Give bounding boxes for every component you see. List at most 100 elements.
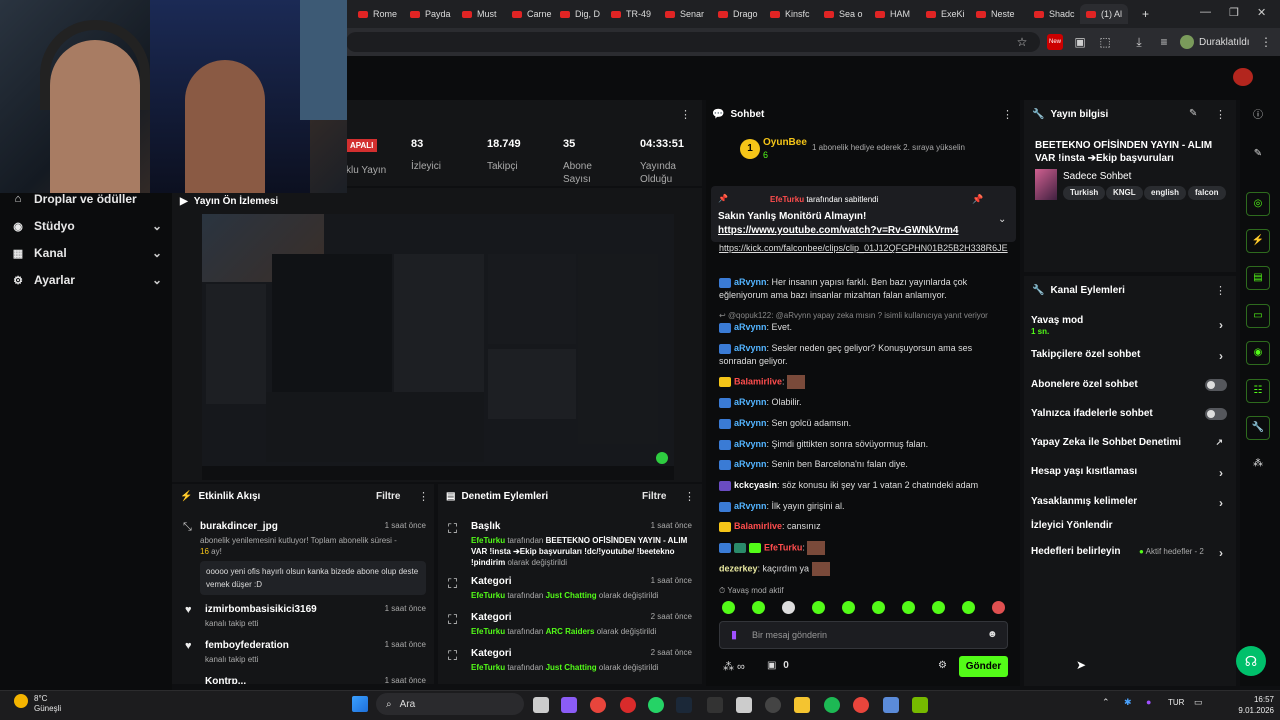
taskbar-clock[interactable]: 16:57 9.01.2026 [1218,694,1274,716]
unpin-icon[interactable]: 📌 [972,194,983,205]
browser-tab[interactable]: Carne [506,4,558,24]
browser-tab[interactable]: HAM [869,4,916,24]
stream-preview-video[interactable] [202,214,674,480]
network-icon[interactable]: ▭ [1194,697,1203,708]
pencil-icon[interactable]: ✎ [1246,143,1270,167]
browser-tab[interactable]: Dig, D [554,4,606,24]
tag[interactable]: KNGL [1106,186,1143,200]
browser-tab[interactable]: (1) Al [1080,4,1129,24]
browser-tab[interactable]: Shadc [1028,4,1081,24]
browser-tab[interactable]: Senar [659,4,710,24]
browser-tab[interactable]: Drago [712,4,764,24]
chat-username[interactable]: aRvynn [734,418,767,428]
slow-mode-action[interactable]: Yavaş mod 1 sn. › [1031,315,1227,336]
broadcast-icon[interactable]: ◉ [1246,341,1270,365]
download-icon[interactable]: ⤓ [1131,34,1147,50]
language-indicator[interactable]: TUR [1168,698,1184,707]
chat-username[interactable]: aRvynn [734,397,767,407]
app-icon[interactable] [736,697,752,713]
apps-icon[interactable]: ⁂ [1246,453,1270,477]
tray-chevron-icon[interactable]: ⌃ [1102,697,1110,708]
extension-icon[interactable]: ▣ [1072,34,1088,50]
chrome-icon[interactable] [590,697,606,713]
lightning-icon[interactable]: ⚡ [1246,229,1270,253]
emote-icon[interactable] [872,601,885,614]
taskbar-search[interactable]: ⌕ Ara [376,693,524,715]
opera-icon[interactable] [620,697,636,713]
info-icon[interactable]: ⓘ [1246,105,1270,129]
layout-icon[interactable]: ☷ [1246,379,1270,403]
tool-icon[interactable]: 🔧 [1246,416,1270,440]
pinned-link[interactable]: https://www.youtube.com/watch?v=Rv-GWNkV… [718,225,959,236]
epic-icon[interactable] [707,697,723,713]
infinity-icon[interactable]: ⁂ ∞ [723,660,745,673]
puzzle-icon[interactable]: ⬚ [1097,34,1113,50]
followers-only-action[interactable]: Takipçilere özel sohbet › [1031,349,1227,363]
nvidia-icon[interactable] [912,697,928,713]
emote-icon[interactable] [782,601,795,614]
gift-counter[interactable]: ▣ 0 [767,660,789,671]
emote-icon[interactable] [812,601,825,614]
chat-username[interactable]: dezerkey [719,563,758,573]
weather-widget[interactable]: 8°C Güneşli [34,694,61,714]
chat-username[interactable]: EfeTurku [764,542,802,552]
profile-button[interactable]: Duraklatıldı [1180,33,1250,51]
whatsapp-icon[interactable] [648,697,664,713]
emote-icon[interactable] [992,601,1005,614]
chat-settings-icon[interactable]: ⚙ [938,660,947,671]
tag[interactable]: falcon [1188,186,1226,200]
file-explorer-icon[interactable] [794,697,810,713]
chat-username[interactable]: aRvynn [734,343,767,353]
emote-icon[interactable] [752,601,765,614]
maximize-icon[interactable]: ❐ [1229,6,1239,19]
emoji-picker-icon[interactable]: ☻ [987,629,998,640]
chat-username[interactable]: aRvynn [734,501,767,511]
activity-menu-icon[interactable]: ⋮ [418,490,429,503]
raid-action[interactable]: İzleyici Yönlendir [1031,520,1227,531]
browser-tab[interactable]: Neste [970,4,1021,24]
stream-info-menu-icon[interactable]: ⋮ [1215,108,1226,121]
chat-link[interactable]: https://kick.com/falconbee/clips/clip_01… [719,242,1009,255]
emote-icon[interactable] [962,601,975,614]
tag[interactable]: Turkish [1063,186,1106,200]
modlog-filter-button[interactable]: Filtre [642,491,666,502]
emotes-only-action[interactable]: Yalnızca ifadelerle sohbet [1031,408,1227,420]
notes-icon[interactable]: ▤ [1246,266,1270,290]
menu-kebab-icon[interactable]: ⋮ [1258,34,1274,50]
chat-username[interactable]: aRvynn [734,277,767,287]
banned-words-action[interactable]: Yasaklanmış kelimeler › [1031,496,1227,510]
chat-username[interactable]: aRvynn [734,439,767,449]
emote-icon[interactable] [842,601,855,614]
chevron-down-icon[interactable]: ⌄ [998,214,1006,225]
channel-actions-menu-icon[interactable]: ⋮ [1215,284,1226,297]
new-tab-button[interactable]: + [1136,4,1155,24]
activity-filter-button[interactable]: Filtre [376,491,400,502]
subs-only-toggle[interactable] [1205,379,1227,391]
browser-tab[interactable]: Must [456,4,503,24]
copilot-icon[interactable] [561,697,577,713]
minimize-icon[interactable]: — [1200,6,1211,18]
browser-tab[interactable]: Payda [404,4,457,24]
browser-tab[interactable]: ExeKi [920,4,971,24]
chat-username[interactable]: aRvynn [734,459,767,469]
spotify-icon[interactable] [824,697,840,713]
subs-only-action[interactable]: Abonelere özel sohbet [1031,379,1227,391]
ai-moderation-action[interactable]: Yapay Zeka ile Sohbet Denetimi ↗ [1031,437,1227,448]
chat-username[interactable]: kckcyasin [734,480,777,490]
clip-icon[interactable]: ◎ [1246,192,1270,216]
steam-icon[interactable] [676,697,692,713]
app-icon[interactable] [765,697,781,713]
windows-start-icon[interactable] [352,696,368,712]
modlog-menu-icon[interactable]: ⋮ [684,490,695,503]
browser-tab[interactable]: TR-49 [605,4,657,24]
support-button[interactable]: ☊ [1236,646,1266,676]
goals-action[interactable]: Hedefleri belirleyin ● Aktif hedefler - 2… [1031,546,1227,560]
task-view-icon[interactable] [533,697,549,713]
sidebar-item-studio[interactable]: ◉ Stüdyo ⌄ [12,216,162,236]
tag[interactable]: english [1144,186,1187,200]
sidebar-item-settings[interactable]: ⚙ Ayarlar ⌄ [12,270,162,290]
bookmark-star-icon[interactable]: ☆ [1014,34,1030,50]
browser-tab[interactable]: Rome [352,4,403,24]
chat-icon[interactable]: ▭ [1246,304,1270,328]
address-bar[interactable] [346,32,1040,52]
